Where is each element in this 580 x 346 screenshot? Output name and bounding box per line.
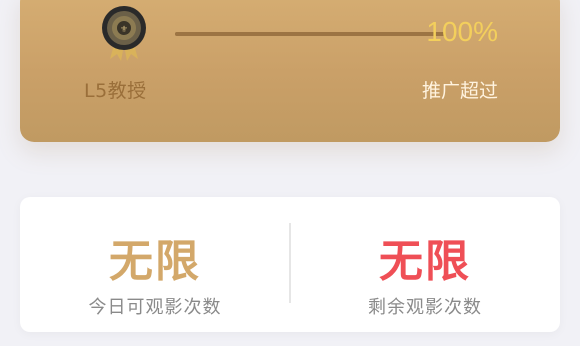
stat-label: 剩余观影次数	[368, 297, 482, 318]
stats-card: 无限 今日可观影次数 无限 剩余观影次数	[20, 197, 560, 332]
stat-label: 今日可观影次数	[88, 297, 222, 318]
progress-percent: 100%	[426, 16, 498, 47]
stat-value: 无限	[379, 236, 471, 287]
level-label: L5教授	[84, 80, 147, 102]
level-card: ⚜ L5教授 100% 推广超过	[20, 0, 560, 142]
progress-fill	[175, 32, 445, 36]
level-medal-icon: ⚜	[102, 6, 146, 61]
svg-text:⚜: ⚜	[120, 25, 128, 35]
stat-today-viewable: 无限 今日可观影次数	[20, 197, 290, 332]
stat-remaining-views: 无限 剩余观影次数	[290, 197, 560, 332]
stat-value: 无限	[109, 236, 201, 287]
progress-bar	[175, 32, 445, 36]
progress-caption: 推广超过	[421, 80, 498, 102]
